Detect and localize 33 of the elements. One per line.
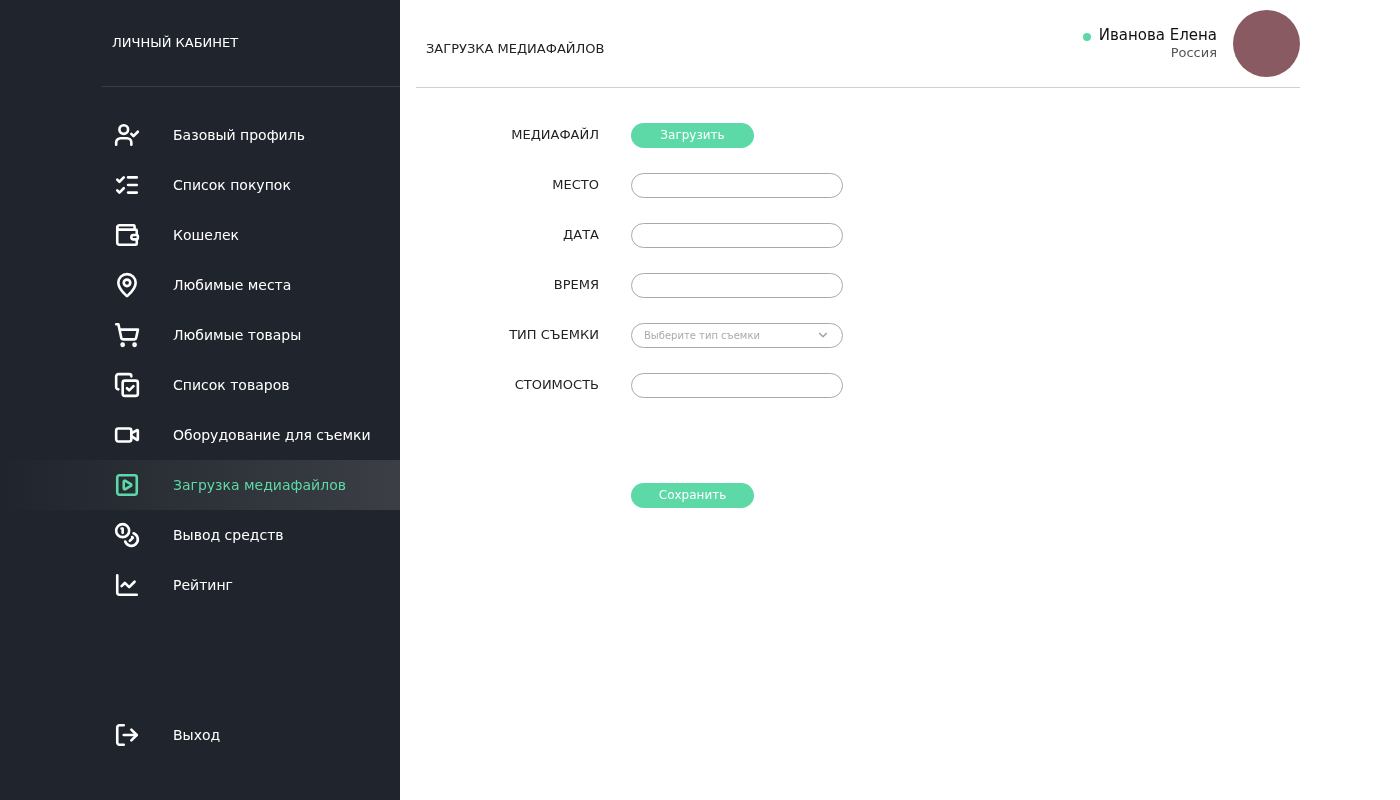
sidebar-item[interactable]: Рейтинг — [0, 560, 400, 610]
wallet-icon — [114, 222, 140, 248]
field-label: МЕДИАФАЙЛ — [510, 126, 599, 145]
chart-icon — [114, 572, 140, 598]
text-input[interactable] — [631, 222, 843, 248]
user-name: Иванова Елена — [1098, 25, 1217, 44]
map-pin-icon — [114, 272, 140, 298]
field-label: ВРЕМЯ — [552, 276, 599, 295]
sidebar-item[interactable]: Кошелек — [0, 210, 400, 260]
field-label: МЕСТО — [551, 176, 599, 195]
sidebar-item[interactable]: Список покупок — [0, 160, 400, 210]
stacked-checkbox-icon — [114, 372, 140, 398]
page-title: ЗАГРУЗКА МЕДИАФАЙЛОВ — [426, 39, 605, 58]
cart-icon — [114, 322, 140, 348]
text-input[interactable] — [631, 172, 843, 198]
text-input[interactable] — [631, 372, 843, 398]
coins-icon — [114, 522, 140, 548]
sidebar-item[interactable]: Оборудование для съемки — [0, 410, 400, 460]
sidebar-item[interactable]: Любимые места — [0, 260, 400, 310]
sidebar-item[interactable]: Вывод средств — [0, 510, 400, 560]
field-label: ДАТА — [562, 226, 599, 245]
logout-link[interactable]: Выход — [0, 710, 400, 760]
play-square-icon — [114, 472, 140, 498]
user-country: Россия — [1170, 43, 1217, 62]
sidebar-item[interactable]: Базовый профиль — [0, 110, 400, 160]
sidebar-title: ЛИЧНЫЙ КАБИНЕТ — [112, 34, 239, 53]
sidebar-item[interactable]: Список товаров — [0, 360, 400, 410]
logout-icon — [114, 722, 140, 748]
field-label: ТИП СЪЕМКИ — [508, 326, 599, 345]
field-label: СТОИМОСТЬ — [513, 376, 599, 395]
sidebar-item[interactable]: Любимые товары — [0, 310, 400, 360]
text-input[interactable] — [631, 272, 843, 298]
user-check-icon — [114, 122, 140, 148]
